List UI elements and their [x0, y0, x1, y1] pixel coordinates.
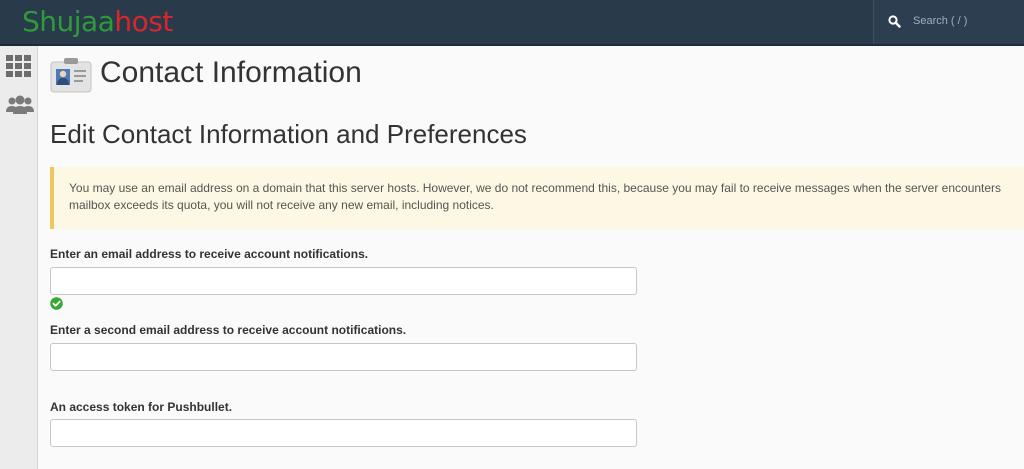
pushbullet-token-field[interactable]: [50, 419, 637, 447]
alert-text-line1: You may use an email address on a domain…: [69, 181, 1002, 195]
pushbullet-label: An access token for Pushbullet.: [50, 400, 233, 414]
brand-name-part1: Shujaa: [22, 5, 115, 38]
users-icon[interactable]: [6, 95, 34, 117]
email1-field[interactable]: [50, 267, 637, 295]
search-box[interactable]: Search ( / ): [873, 0, 1024, 44]
warning-alert: You may use an email address on a domain…: [50, 167, 1024, 229]
email1-label: Enter an email address to receive accoun…: [50, 247, 369, 261]
brand-logo[interactable]: Shujaahost: [22, 6, 173, 38]
check-circle-icon: [50, 297, 63, 310]
search-placeholder: Search ( / ): [913, 15, 968, 27]
brand-name-part2: host: [114, 5, 173, 38]
contact-card-icon: [50, 58, 92, 94]
email2-label: Enter a second email address to receive …: [50, 323, 407, 337]
top-bar: Shujaahost Search ( / ): [0, 0, 1024, 46]
search-icon: [888, 15, 901, 33]
grid-icon[interactable]: [6, 55, 32, 77]
main-content: Contact Information Edit Contact Informa…: [38, 46, 1024, 469]
page-title: Contact Information: [100, 56, 362, 89]
section-title: Edit Contact Information and Preferences: [50, 119, 527, 149]
email2-field[interactable]: [50, 343, 637, 371]
sidebar: [0, 46, 38, 469]
alert-text-line2: mailbox exceeds its quota, you will not …: [69, 198, 494, 212]
